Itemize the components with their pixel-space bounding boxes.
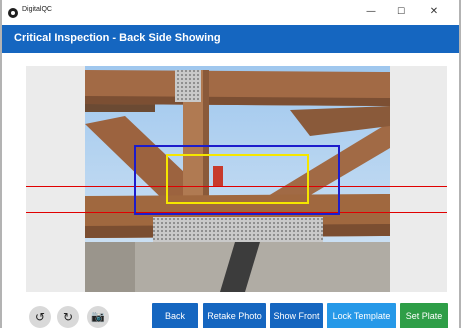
retake-photo-button[interactable]: Retake Photo (203, 303, 266, 328)
set-plate-button[interactable]: Set Plate (400, 303, 448, 328)
back-button[interactable]: Back (152, 303, 198, 328)
close-button[interactable]: ✕ (420, 3, 448, 21)
rotate-right-icon[interactable]: ↻ (57, 306, 79, 328)
show-front-button[interactable]: Show Front (270, 303, 323, 328)
page-header: Critical Inspection - Back Side Showing (2, 25, 459, 53)
camera-icon[interactable]: 📷 (87, 306, 109, 328)
title-bar: DigitalQC — ☐ ✕ (2, 0, 459, 25)
page-title: Critical Inspection - Back Side Showing (14, 32, 221, 44)
inspection-photo (85, 66, 390, 292)
photo-viewer[interactable] (26, 66, 447, 292)
main-content: ↺ ↻ 📷 Back Retake Photo Show Front Lock … (2, 53, 459, 328)
app-logo-icon (8, 8, 18, 18)
lock-template-button[interactable]: Lock Template (327, 303, 396, 328)
app-window: DigitalQC — ☐ ✕ Critical Inspection - Ba… (2, 0, 459, 328)
maximize-button[interactable]: ☐ (387, 3, 415, 21)
minimize-button[interactable]: — (357, 3, 385, 21)
rotate-left-icon[interactable]: ↺ (29, 306, 51, 328)
app-title: DigitalQC (22, 6, 52, 13)
